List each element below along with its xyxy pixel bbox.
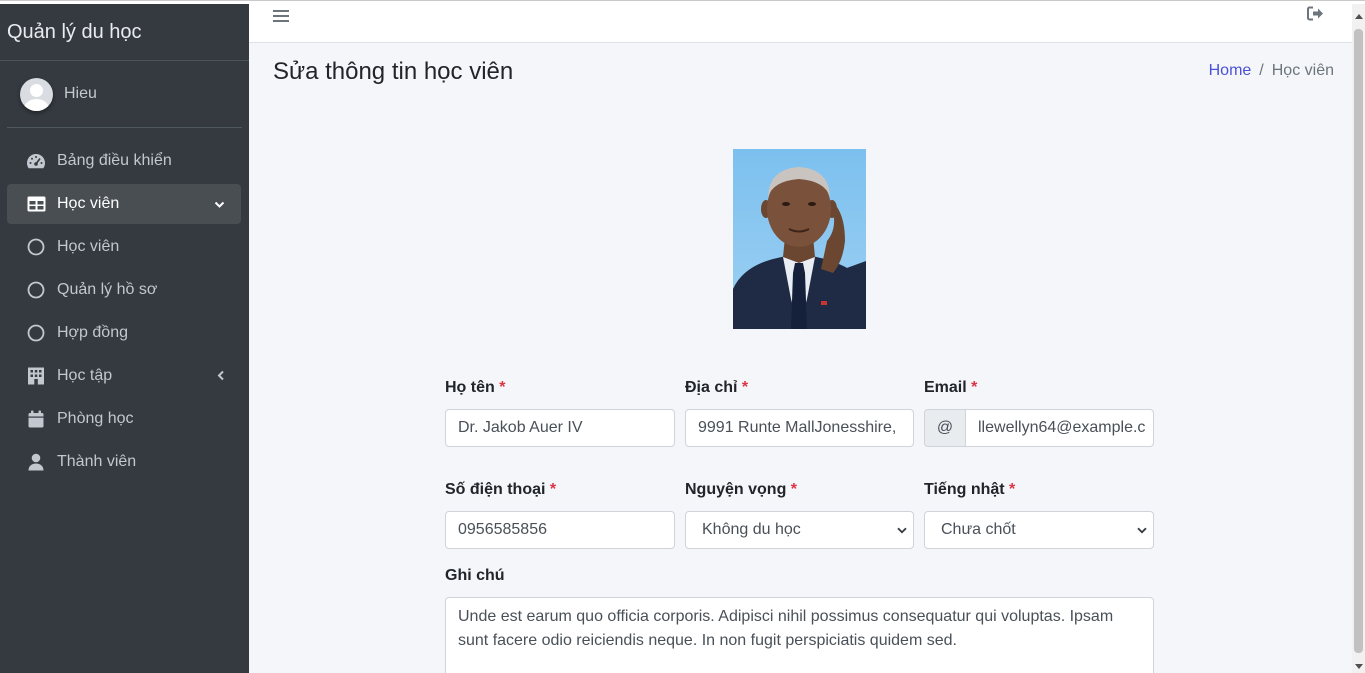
- sidebar-item-label: Quản lý hồ sơ: [57, 281, 158, 298]
- ho-ten-label: Họ tên *: [445, 379, 506, 396]
- scroll-up-arrow-icon[interactable]: [1355, 14, 1363, 19]
- user-icon: [26, 453, 46, 471]
- user-panel: Hieu: [7, 61, 242, 128]
- so-dien-thoai-input[interactable]: 0956585856: [445, 511, 675, 549]
- sidebar-item-label: Học viên: [57, 195, 120, 212]
- sidebar-nav: Bảng điều khiển Học viên Học viên Quản l…: [0, 141, 249, 482]
- circle-icon: [26, 324, 46, 342]
- email-label: Email *: [924, 379, 978, 396]
- calendar-icon: [26, 410, 46, 428]
- avatar: [20, 77, 53, 111]
- sidebar-item-quan-ly-ho-so[interactable]: Quản lý hồ sơ: [7, 270, 241, 310]
- so-dien-thoai-label: Số điện thoại *: [445, 481, 557, 498]
- sidebar-item-label: Hợp đồng: [57, 324, 128, 341]
- nguyen-vong-selected: Không du học: [702, 521, 801, 538]
- sidebar-item-label: Học tập: [57, 367, 113, 384]
- chevron-down-icon: [897, 521, 907, 539]
- dia-chi-label: Địa chỉ *: [685, 379, 749, 396]
- chevron-down-icon: [1137, 521, 1147, 539]
- breadcrumb-current: Học viên: [1271, 62, 1334, 79]
- topbar: [249, 4, 1352, 43]
- logout-icon[interactable]: [1307, 6, 1324, 26]
- nguyen-vong-select[interactable]: Không du học: [685, 511, 914, 549]
- sidebar-item-hoc-vien[interactable]: Học viên: [7, 227, 241, 267]
- ho-ten-input[interactable]: Dr. Jakob Auer IV: [445, 409, 675, 447]
- tieng-nhat-select[interactable]: Chưa chốt: [924, 511, 1154, 549]
- tieng-nhat-label: Tiếng nhật *: [924, 481, 1016, 498]
- menu-toggle-icon[interactable]: [273, 7, 289, 28]
- sidebar-item-dashboard[interactable]: Bảng điều khiển: [7, 141, 241, 181]
- page-title: Sửa thông tin học viên: [273, 58, 514, 85]
- circle-icon: [26, 238, 46, 256]
- dia-chi-input[interactable]: 9991 Runte MallJonesshire,: [685, 409, 914, 447]
- sidebar-item-label: Học viên: [57, 238, 120, 255]
- sidebar-item-hoc-vien-group[interactable]: Học viên: [7, 184, 241, 224]
- sidebar-item-label: Phòng học: [57, 410, 134, 427]
- sidebar-item-label: Bảng điều khiển: [57, 152, 172, 169]
- scrollbar-thumb[interactable]: [1354, 29, 1363, 653]
- sidebar-item-phong-hoc[interactable]: Phòng học: [7, 399, 241, 439]
- ghi-chu-label: Ghi chú: [445, 567, 505, 584]
- ghi-chu-textarea[interactable]: Unde est earum quo officia corporis. Adi…: [445, 597, 1154, 673]
- page-scrollbar[interactable]: [1352, 4, 1365, 673]
- table-icon: [26, 195, 46, 213]
- chevron-down-icon: [214, 196, 225, 214]
- sidebar-item-hoc-tap[interactable]: Học tập: [7, 356, 241, 396]
- email-at-prefix: @: [924, 409, 966, 447]
- user-name[interactable]: Hieu: [64, 85, 97, 103]
- nguyen-vong-label: Nguyện vọng *: [685, 481, 798, 498]
- building-icon: [26, 367, 46, 385]
- tieng-nhat-selected: Chưa chốt: [941, 521, 1016, 538]
- breadcrumb-separator: /: [1259, 62, 1264, 79]
- sidebar: Quản lý du học Hieu Bảng điều khiển Học …: [0, 4, 249, 673]
- tachometer-icon: [26, 152, 46, 170]
- brand-title[interactable]: Quản lý du học: [0, 4, 249, 61]
- circle-icon: [26, 281, 46, 299]
- student-photo: [733, 149, 866, 329]
- email-input[interactable]: llewellyn64@example.c: [965, 409, 1154, 447]
- breadcrumb-home-link[interactable]: Home: [1209, 62, 1252, 80]
- sidebar-item-label: Thành viên: [57, 453, 137, 470]
- sidebar-item-thanh-vien[interactable]: Thành viên: [7, 442, 241, 482]
- sidebar-item-hop-dong[interactable]: Hợp đồng: [7, 313, 241, 353]
- scroll-down-arrow-icon[interactable]: [1355, 664, 1363, 669]
- chevron-left-icon: [217, 368, 225, 386]
- breadcrumb: Home / Học viên: [1209, 62, 1334, 80]
